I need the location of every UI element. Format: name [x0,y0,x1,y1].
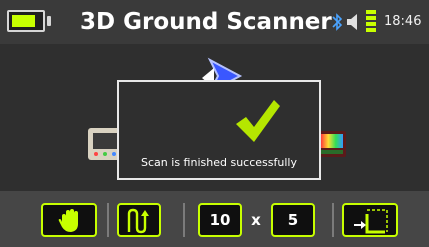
dialog-message: Scan is finished successfully [141,156,297,169]
app-title: 3D Ground Scanner [80,9,332,35]
toolbar-divider [107,203,109,237]
bluetooth-icon [332,13,343,31]
scan-path-button[interactable] [117,203,161,237]
grid-y-field[interactable]: 5 [271,203,315,237]
checkmark-icon [236,100,280,142]
start-position-button[interactable] [342,203,398,237]
hand-icon [58,209,78,232]
grid-separator: x [251,211,261,229]
toolbar-divider [183,203,185,237]
signal-icon [366,10,376,32]
manual-mode-button[interactable] [41,203,97,237]
clock: 18:46 [384,14,422,29]
battery-icon [7,10,45,32]
grid-x-field[interactable]: 10 [198,203,242,237]
scan-result-thumbnail [318,131,346,157]
speaker-icon [347,14,357,30]
zigzag-path-icon [127,208,149,234]
battery-tip [47,16,51,26]
toolbar-divider [332,203,334,237]
start-position-icon [354,209,388,234]
